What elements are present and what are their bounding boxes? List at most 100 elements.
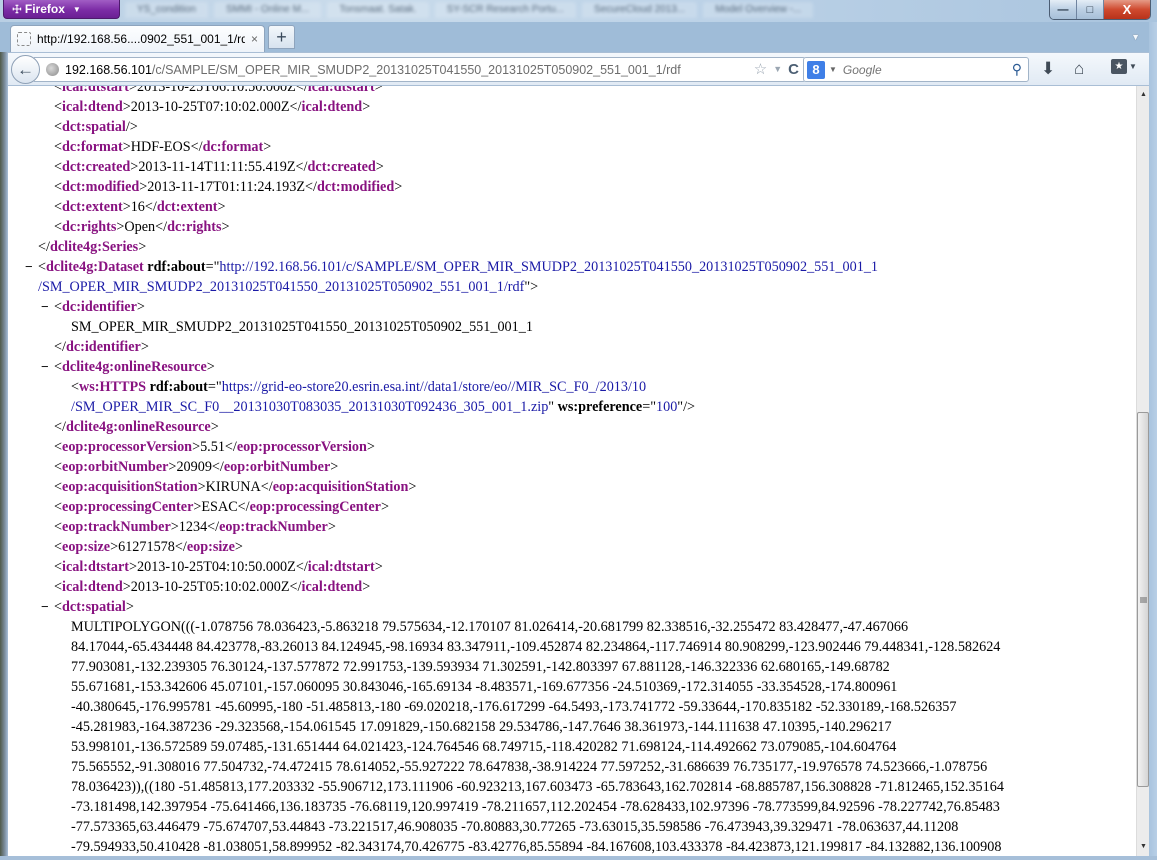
xml-text-value: 5.51	[200, 439, 225, 455]
xml-tag-name: ical:dtend	[62, 99, 123, 115]
xml-element: <eop:processorVersion>5.51</eop:processo…	[54, 439, 375, 455]
search-input[interactable]	[842, 62, 1013, 77]
xml-multipolygon-line: 75.565552,-91.308016 77.504732,-74.47241…	[8, 757, 1128, 777]
xml-multipolygon-line: -45.281983,-164.387236 -29.323568,-154.0…	[8, 717, 1128, 737]
tab-close-button[interactable]: ×	[251, 32, 258, 46]
new-tab-button[interactable]: +	[268, 25, 295, 49]
download-arrow-icon: ⬇	[1041, 59, 1056, 78]
xml-multipolygon-line: -40.380645,-176.995781 -45.60995,-180 -5…	[8, 697, 1128, 717]
bookmarks-icon: ★	[1111, 59, 1127, 74]
xml-text-value: 2013-10-25T06:10:50.000Z	[137, 86, 296, 95]
xml-text-value: HDF-EOS	[130, 139, 191, 155]
history-dropdown-icon[interactable]: ▼	[773, 64, 782, 74]
chevron-down-icon: ▼	[72, 4, 81, 14]
xml-tag-name: dc:identifier	[62, 299, 137, 315]
xml-multipolygon-line: 53.998101,-136.572589 59.07485,-131.6514…	[8, 737, 1128, 757]
xml-text-value: MULTIPOLYGON(((-1.078756 78.036423,-5.86…	[71, 619, 909, 635]
xml-tag-name: dc:format	[202, 139, 264, 155]
downloads-button[interactable]: ⬇	[1041, 59, 1055, 79]
xml-text-value: 55.671681,-153.342606 45.07101,-157.0600…	[71, 679, 898, 695]
collapse-toggle[interactable]: −	[41, 297, 49, 317]
xml-attr-value[interactable]: /SM_OPER_MIR_SMUDP2_20131025T041550_2013…	[38, 279, 524, 295]
xml-tag-name: dc:format	[62, 139, 123, 155]
xml-multipolygon-line: -79.594933,50.410428 -81.038051,58.89995…	[8, 837, 1128, 856]
tab-list-dropdown[interactable]: ▼	[1131, 32, 1140, 42]
xml-element: <eop:acquisitionStation>KIRUNA</eop:acqu…	[54, 479, 417, 495]
xml-identifier-open: − <dc:identifier>	[41, 297, 145, 317]
xml-tag-name: ical:dtstart	[62, 559, 129, 575]
tab-active[interactable]: http://192.168.56....0902_551_001_1/rdf …	[10, 25, 265, 52]
xml-text-value: 75.565552,-91.308016 77.504732,-74.47241…	[71, 759, 988, 775]
xml-tag-name: eop:size	[186, 539, 235, 555]
xml-tag-name: eop:processingCenter	[249, 499, 381, 515]
tab-title: http://192.168.56....0902_551_001_1/rdf	[37, 32, 245, 46]
xml-multipolygon-line: 84.17044,-65.434448 84.423778,-83.26013 …	[8, 637, 1128, 657]
xml-tag-name: dct:spatial	[62, 119, 126, 135]
vertical-scrollbar[interactable]: ▲ ▼	[1136, 86, 1149, 856]
reload-icon[interactable]: C	[788, 61, 799, 78]
xml-tag-name: dct:modified	[317, 179, 395, 195]
xml-text-value: SM_OPER_MIR_SMUDP2_20131025T041550_20131…	[71, 319, 533, 335]
background-tab[interactable]: SMMI - Online M...	[213, 2, 322, 18]
search-engine-dropdown-icon[interactable]: ▼	[829, 65, 837, 74]
xml-text-value: -77.573365,63.446479 -75.674707,53.44843…	[71, 819, 959, 835]
bookmark-star-icon[interactable]: ☆	[754, 60, 767, 78]
search-magnifier-icon[interactable]: ⚲	[1012, 61, 1022, 78]
firefox-menu-button[interactable]: ☩ Firefox ▼	[3, 0, 120, 19]
search-bar[interactable]: 8 ▼ ⚲	[803, 57, 1029, 82]
xml-tag-name: ical:dtend	[62, 579, 123, 595]
xml-tag-name: eop:trackNumber	[219, 519, 328, 535]
xml-tag-name: eop:processorVersion	[236, 439, 367, 455]
minimize-button[interactable]: —	[1050, 0, 1077, 19]
xml-tag-name: eop:trackNumber	[62, 519, 171, 535]
maximize-button[interactable]: □	[1077, 0, 1104, 19]
xml-multipolygon-line: MULTIPOLYGON(((-1.078756 78.036423,-5.86…	[8, 617, 1128, 637]
xml-online-resource-open: − <dclite4g:onlineResource>	[41, 357, 215, 377]
address-bar[interactable]: 192.168.56.101/c/SAMPLE/SM_OPER_MIR_SMUD…	[34, 57, 806, 82]
xml-attr-value[interactable]: https://grid-eo-store20.esrin.esa.int//d…	[222, 379, 646, 395]
background-tab[interactable]: Model Overview -...	[703, 2, 814, 18]
collapse-toggle[interactable]: −	[41, 597, 49, 617]
xml-tag-name: ical:dtstart	[62, 86, 129, 95]
collapse-toggle[interactable]: −	[25, 257, 33, 277]
site-identity-globe-icon[interactable]	[46, 63, 59, 76]
xml-tag-name: dc:rights	[62, 219, 117, 235]
collapse-toggle[interactable]: −	[41, 357, 49, 377]
xml-text-value: -45.281983,-164.387236 -29.323568,-154.0…	[71, 719, 892, 735]
xml-multipolygon-line: -73.181498,142.397954 -75.641466,136.183…	[8, 797, 1128, 817]
xml-element: <dct:spatial/>	[54, 119, 138, 135]
xml-tag-name: ical:dtstart	[307, 86, 375, 95]
xml-element: <ical:dtstart>2013-10-25T04:10:50.000Z</…	[54, 559, 383, 575]
xml-tag-name: dclite4g:onlineResource	[62, 359, 207, 375]
google-engine-icon[interactable]: 8	[807, 60, 825, 79]
xml-attr-value[interactable]: /SM_OPER_MIR_SC_F0__20131030T083035_2013…	[71, 399, 548, 415]
home-button[interactable]: ⌂	[1074, 59, 1084, 79]
xml-attr-value[interactable]: http://192.168.56.101/c/SAMPLE/SM_OPER_M…	[219, 259, 878, 275]
xml-element: <ical:dtend>2013-10-25T07:10:02.000Z</ic…	[54, 99, 371, 115]
xml-text-value: 53.998101,-136.572589 59.07485,-131.6514…	[71, 739, 897, 755]
back-button[interactable]: ←	[11, 55, 40, 84]
xml-tag-name: dct:modified	[62, 179, 140, 195]
xml-tag-name: eop:processorVersion	[62, 439, 193, 455]
xml-tag-name: ical:dtstart	[307, 559, 375, 575]
xml-element: <dct:created>2013-11-14T11:11:55.419Z</d…	[54, 159, 384, 175]
background-tab[interactable]: Tonsmaat. Satak.	[327, 2, 429, 18]
xml-element: <eop:trackNumber>1234</eop:trackNumber>	[54, 519, 336, 535]
xml-text-value: 2013-11-17T01:11:24.193Z	[147, 179, 306, 195]
background-tab[interactable]: YS_condition	[125, 2, 208, 18]
xml-text-value: 2013-10-25T05:10:02.000Z	[130, 579, 290, 595]
background-tab[interactable]: SY-SCR Research Portu...	[434, 2, 577, 18]
background-tab[interactable]: SecureCloud 2013...	[582, 2, 698, 18]
xml-element: <ical:dtend>2013-10-25T05:10:02.000Z</ic…	[54, 579, 371, 595]
bookmarks-menu-button[interactable]: ★ ▼	[1111, 59, 1137, 74]
firefox-menu-label: Firefox	[24, 2, 65, 16]
close-window-button[interactable]: X	[1104, 0, 1150, 19]
xml-tag-name: eop:acquisitionStation	[272, 479, 409, 495]
tab-strip: http://192.168.56....0902_551_001_1/rdf …	[8, 22, 1148, 52]
xml-tag-name: dct:created	[62, 159, 131, 175]
scrollbar-thumb[interactable]	[1137, 412, 1149, 787]
xml-text-value: 16	[130, 199, 145, 215]
xml-https-element: <ws:HTTPS rdf:about="https://grid-eo-sto…	[71, 379, 647, 395]
xml-tag-name: dc:identifier	[65, 339, 141, 355]
xml-text-value: 61271578	[118, 539, 175, 555]
